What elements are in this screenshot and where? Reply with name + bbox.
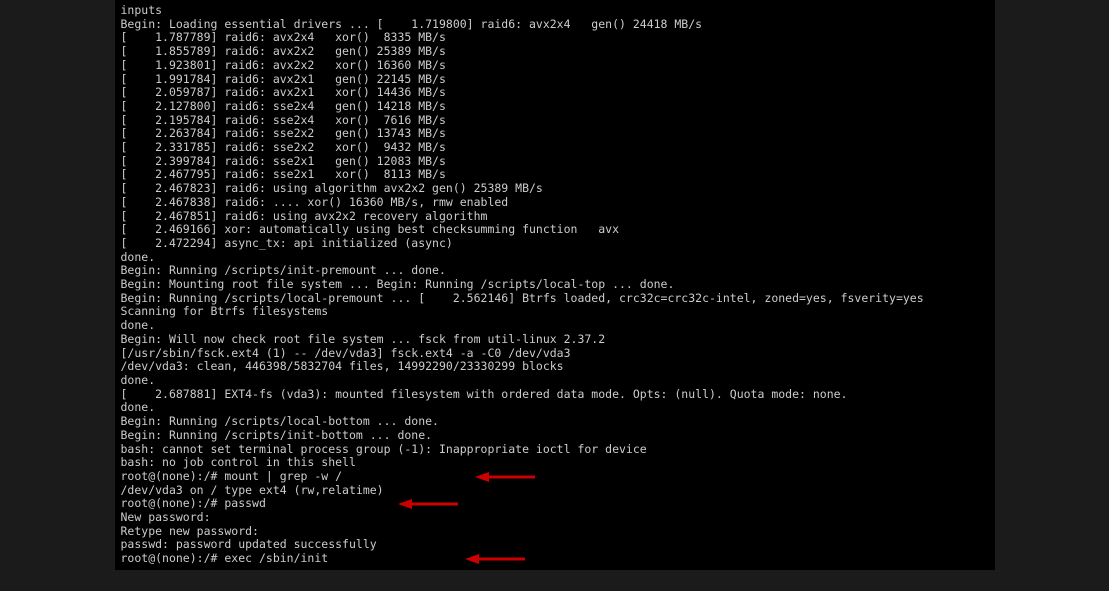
terminal-line: [ 2.127800] raid6: sse2x4 gen() 14218 MB… [121, 100, 989, 114]
terminal-line: Begin: Running /scripts/local-premount .… [121, 292, 989, 306]
terminal-line: Begin: Running /scripts/local-bottom ...… [121, 415, 989, 429]
terminal-line: [ 1.991784] raid6: avx2x1 gen() 22145 MB… [121, 73, 989, 87]
terminal-line: Begin: Mounting root file system ... Beg… [121, 278, 989, 292]
terminal-line: /dev/vda3 on / type ext4 (rw,relatime) [121, 484, 989, 498]
terminal-line: Begin: Loading essential drivers ... [ 1… [121, 18, 989, 32]
terminal-line: [ 2.687881] EXT4-fs (vda3): mounted file… [121, 388, 989, 402]
terminal-line: root@(none):/# passwd [121, 497, 989, 511]
terminal-line: [ 2.472294] async_tx: api initialized (a… [121, 237, 989, 251]
terminal-line: [ 2.467838] raid6: .... xor() 16360 MB/s… [121, 196, 989, 210]
terminal-line: [ 2.263784] raid6: sse2x2 gen() 13743 MB… [121, 127, 989, 141]
terminal-line: Begin: Running /scripts/init-premount ..… [121, 264, 989, 278]
terminal-line: [ 2.059787] raid6: avx2x1 xor() 14436 MB… [121, 86, 989, 100]
terminal-line: [/usr/sbin/fsck.ext4 (1) -- /dev/vda3] f… [121, 347, 989, 361]
terminal-line: [ 2.469166] xor: automatically using bes… [121, 223, 989, 237]
terminal-line: [ 2.195784] raid6: sse2x4 xor() 7616 MB/… [121, 114, 989, 128]
terminal-line: bash: cannot set terminal process group … [121, 443, 989, 457]
terminal-line: [ 2.467823] raid6: using algorithm avx2x… [121, 182, 989, 196]
terminal-line: Begin: Running /scripts/init-bottom ... … [121, 429, 989, 443]
terminal-line: New password: [121, 511, 989, 525]
terminal-line: [ 1.787789] raid6: avx2x4 xor() 8335 MB/… [121, 31, 989, 45]
terminal-line: root@(none):/# exec /sbin/init [121, 552, 989, 566]
terminal-line: [ 2.399784] raid6: sse2x1 gen() 12083 MB… [121, 155, 989, 169]
terminal-line: done. [121, 374, 989, 388]
terminal-line: root@(none):/# mount | grep -w / [121, 470, 989, 484]
terminal-line: [ 2.467851] raid6: using avx2x2 recovery… [121, 210, 989, 224]
terminal-line: /dev/vda3: clean, 446398/5832704 files, … [121, 360, 989, 374]
terminal-line: inputs [121, 4, 989, 18]
terminal-line: Begin: Will now check root file system .… [121, 333, 989, 347]
terminal-line: [ 2.467795] raid6: sse2x1 xor() 8113 MB/… [121, 168, 989, 182]
terminal-line: bash: no job control in this shell [121, 456, 989, 470]
terminal-line: done. [121, 319, 989, 333]
terminal[interactable]: inputsBegin: Loading essential drivers .… [115, 0, 995, 570]
terminal-line: [ 1.923801] raid6: avx2x2 xor() 16360 MB… [121, 59, 989, 73]
terminal-line: done. [121, 251, 989, 265]
terminal-line: done. [121, 401, 989, 415]
terminal-line: [ 2.331785] raid6: sse2x2 xor() 9432 MB/… [121, 141, 989, 155]
terminal-line: passwd: password updated successfully [121, 538, 989, 552]
terminal-line: [ 1.855789] raid6: avx2x2 gen() 25389 MB… [121, 45, 989, 59]
terminal-line: Retype new password: [121, 525, 989, 539]
terminal-line: Scanning for Btrfs filesystems [121, 305, 989, 319]
